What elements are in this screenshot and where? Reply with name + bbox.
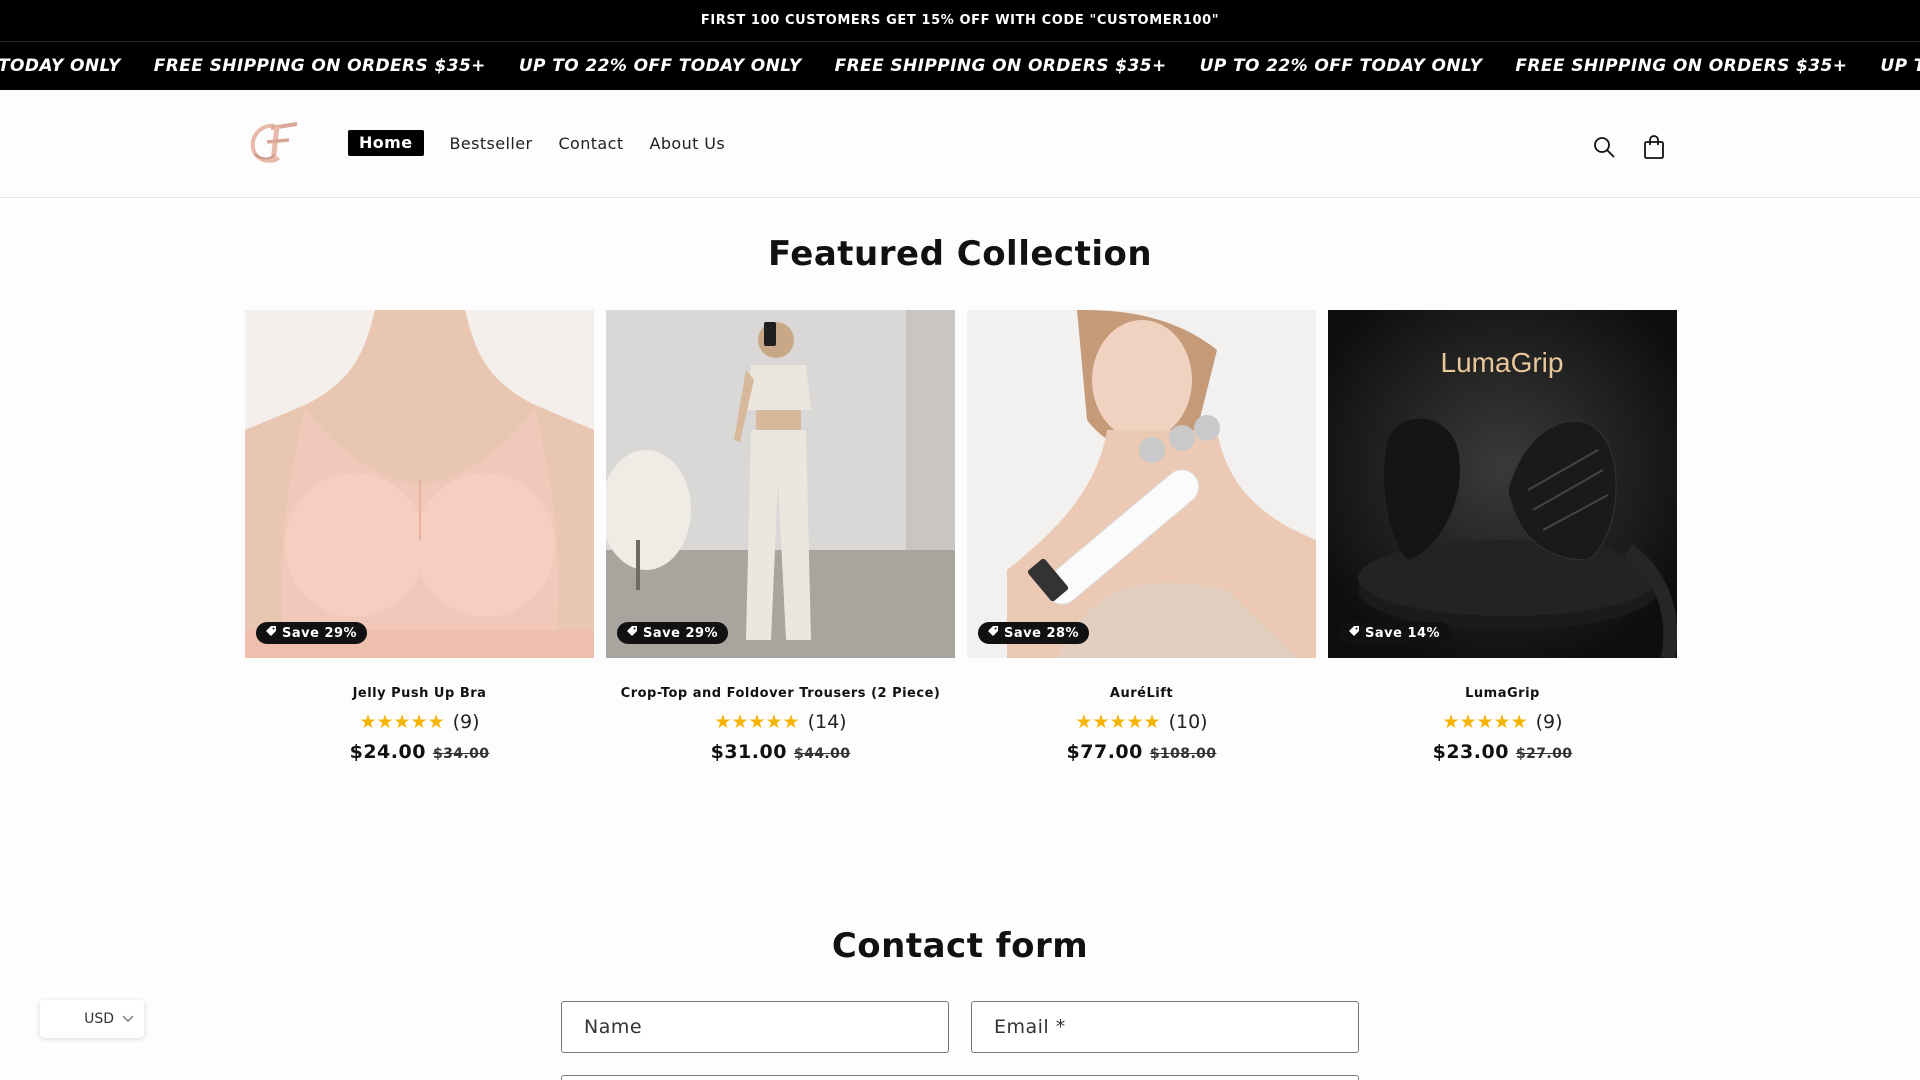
marquee-item: TODAY ONLY	[0, 56, 121, 76]
product-card[interactable]: LumaGrip Save 14% LumaGrip ★★★★★ (9) $23…	[1328, 310, 1677, 763]
marquee-item: FREE SHIPPING ON ORDERS $35+	[834, 56, 1167, 76]
nav-contact[interactable]: Contact	[558, 134, 623, 153]
save-badge: Save 29%	[256, 622, 368, 644]
tag-icon	[1348, 625, 1360, 641]
sale-price: $24.00	[349, 741, 426, 763]
review-count: (9)	[452, 711, 480, 733]
save-badge-label: Save 29%	[643, 625, 719, 641]
product-image[interactable]: Save 28%	[967, 310, 1316, 658]
compare-price: $44.00	[793, 746, 851, 762]
product-rating: ★★★★★ (9)	[1328, 711, 1677, 733]
sale-price: $31.00	[710, 741, 787, 763]
tag-icon	[626, 625, 638, 641]
sale-price: $77.00	[1066, 741, 1143, 763]
product-rating: ★★★★★ (9)	[245, 711, 594, 733]
product-grid: Save 29% Jelly Push Up Bra ★★★★★ (9) $24…	[245, 310, 1677, 763]
product-title[interactable]: AuréLift	[967, 686, 1316, 701]
promo-marquee: TODAY ONLY FREE SHIPPING ON ORDERS $35+ …	[0, 42, 1920, 90]
email-placeholder: Email *	[994, 1016, 1066, 1038]
star-rating-icon: ★★★★★	[1075, 711, 1161, 733]
announcement-text: FIRST 100 CUSTOMERS GET 15% OFF WITH COD…	[700, 13, 1220, 28]
review-count: (10)	[1168, 711, 1208, 733]
phone-field[interactable]	[561, 1075, 1359, 1080]
save-badge-label: Save 29%	[282, 625, 358, 641]
product-image[interactable]: Save 29%	[245, 310, 594, 658]
sale-price: $23.00	[1432, 741, 1509, 763]
marquee-item: UP TO 22% OFF TODAY ONLY	[1880, 56, 1920, 76]
marquee-item: FREE SHIPPING ON ORDERS $35+	[1515, 56, 1848, 76]
featured-collection-title: Featured Collection	[767, 234, 1153, 274]
review-count: (9)	[1535, 711, 1563, 733]
save-badge: Save 29%	[617, 622, 729, 644]
nav-about-us[interactable]: About Us	[650, 134, 726, 153]
star-rating-icon: ★★★★★	[359, 711, 445, 733]
product-card[interactable]: Save 29% Jelly Push Up Bra ★★★★★ (9) $24…	[245, 310, 594, 763]
name-field[interactable]: Name	[561, 1001, 949, 1053]
search-icon[interactable]	[1592, 134, 1616, 160]
cart-icon[interactable]	[1642, 134, 1666, 160]
product-card[interactable]: Save 29% Crop-Top and Foldover Trousers …	[606, 310, 955, 763]
save-badge-label: Save 28%	[1004, 625, 1080, 641]
review-count: (14)	[807, 711, 847, 733]
compare-price: $27.00	[1515, 746, 1573, 762]
marquee-item: UP TO 22% OFF TODAY ONLY	[518, 56, 802, 76]
product-card[interactable]: Save 28% AuréLift ★★★★★ (10) $77.00 $108…	[967, 310, 1316, 763]
tag-icon	[987, 625, 999, 641]
announcement-bar: FIRST 100 CUSTOMERS GET 15% OFF WITH COD…	[0, 0, 1920, 42]
marquee-item: FREE SHIPPING ON ORDERS $35+	[153, 56, 486, 76]
price-row: $23.00 $27.00	[1328, 741, 1677, 763]
product-rating: ★★★★★ (14)	[606, 711, 955, 733]
save-badge-label: Save 14%	[1365, 625, 1441, 641]
save-badge: Save 28%	[978, 622, 1090, 644]
product-title[interactable]: Jelly Push Up Bra	[245, 686, 594, 701]
nav-home[interactable]: Home	[348, 130, 424, 156]
main-nav: Home Bestseller Contact About Us	[348, 130, 751, 156]
compare-price: $108.00	[1149, 746, 1217, 762]
compare-price: $34.00	[432, 746, 490, 762]
product-title[interactable]: LumaGrip	[1328, 686, 1677, 701]
email-field[interactable]: Email *	[971, 1001, 1359, 1053]
currency-selector[interactable]: USD	[40, 1000, 144, 1038]
nav-bestseller[interactable]: Bestseller	[450, 134, 533, 153]
price-row: $31.00 $44.00	[606, 741, 955, 763]
chevron-down-icon	[122, 1011, 134, 1027]
star-rating-icon: ★★★★★	[1442, 711, 1528, 733]
tag-icon	[265, 625, 277, 641]
product-image[interactable]: LumaGrip Save 14%	[1328, 310, 1677, 658]
price-row: $77.00 $108.00	[967, 741, 1316, 763]
name-placeholder: Name	[584, 1016, 643, 1038]
product-image-brand-text: LumaGrip	[1441, 347, 1564, 378]
product-image[interactable]: Save 29%	[606, 310, 955, 658]
logo[interactable]	[245, 118, 303, 168]
star-rating-icon: ★★★★★	[714, 711, 800, 733]
price-row: $24.00 $34.00	[245, 741, 594, 763]
contact-form-title: Contact form	[831, 926, 1089, 966]
product-rating: ★★★★★ (10)	[967, 711, 1316, 733]
site-header: Home Bestseller Contact About Us	[0, 90, 1920, 198]
product-title[interactable]: Crop-Top and Foldover Trousers (2 Piece)	[606, 686, 955, 701]
marquee-item: UP TO 22% OFF TODAY ONLY	[1199, 56, 1483, 76]
save-badge: Save 14%	[1339, 622, 1451, 644]
currency-label: USD	[84, 1011, 114, 1027]
